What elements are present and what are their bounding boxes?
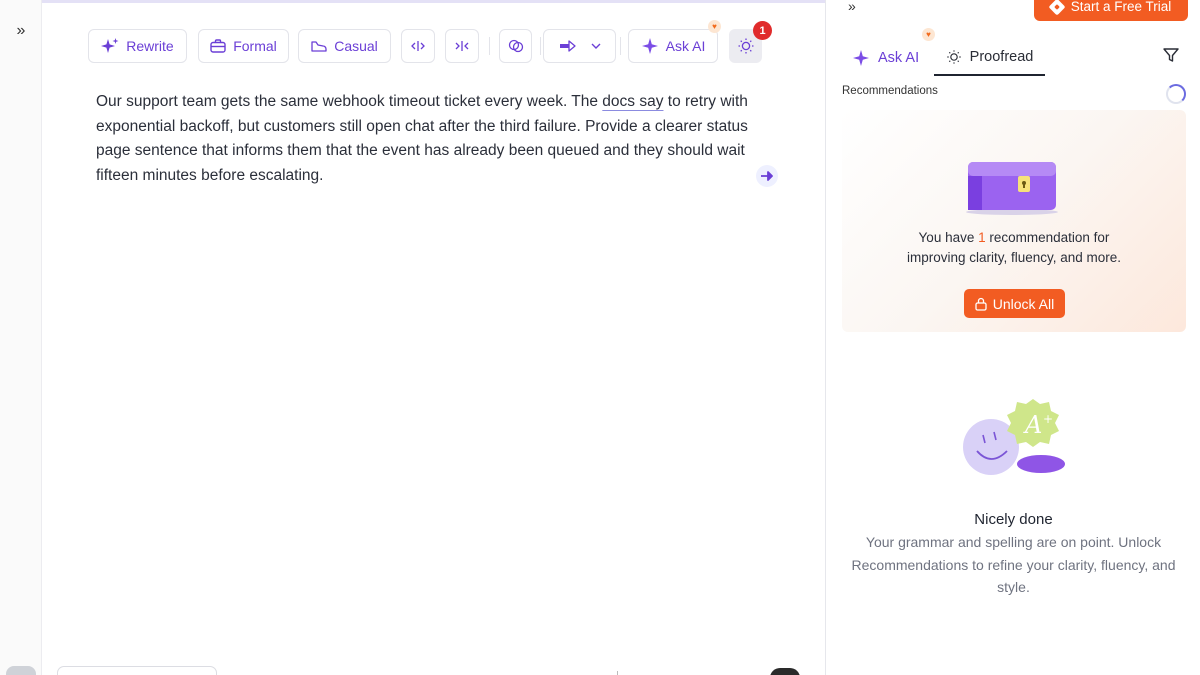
- tab-proofread-label: Proofread: [969, 49, 1034, 65]
- unlock-all-label: Unlock All: [992, 295, 1055, 312]
- chevron-down-icon: [591, 43, 600, 49]
- bottom-round-button[interactable]: [770, 668, 800, 675]
- toolbar-divider: [489, 37, 490, 55]
- smiley-grade-illustration: A +: [963, 399, 1065, 475]
- lock-icon: [975, 297, 987, 311]
- trial-label: Start a Free Trial: [1070, 0, 1172, 14]
- svg-text:A: A: [1023, 411, 1042, 439]
- upsell-prefix: You have: [918, 230, 979, 245]
- svg-text:+: +: [1043, 412, 1053, 426]
- editor-area: Rewrite Formal Casual Ask AI ♥ 1 Our sup…: [42, 0, 825, 675]
- nicely-done-heading: Nicely done: [974, 511, 1053, 528]
- rail-avatar[interactable]: [6, 666, 36, 675]
- recommendations-upsell-card: You have 1 recommendation for improving …: [842, 110, 1186, 332]
- loading-spinner-icon: [1166, 84, 1186, 104]
- upsell-suffix: recommendation for: [985, 230, 1110, 245]
- tab-proofread[interactable]: Proofread: [934, 40, 1045, 76]
- insert-suggestion-button[interactable]: [756, 165, 778, 187]
- arrow-right-icon: [559, 40, 576, 52]
- document-body[interactable]: Our support team gets the same webhook t…: [96, 90, 756, 188]
- continue-writing-dropdown[interactable]: [543, 29, 616, 63]
- left-rail: »: [0, 0, 42, 675]
- upsell-message: You have 1 recommendation for improving …: [842, 228, 1186, 267]
- ask-ai-label: Ask AI: [665, 38, 706, 54]
- shrink-horizontal-icon: [455, 41, 469, 51]
- expand-text-button[interactable]: [401, 29, 435, 63]
- rewrite-button[interactable]: Rewrite: [88, 29, 187, 63]
- toolbar-divider: [620, 37, 621, 55]
- translate-button[interactable]: [499, 29, 532, 63]
- sparkle-icon: [853, 50, 869, 66]
- formal-label: Formal: [233, 38, 277, 54]
- doc-flagged-phrase[interactable]: docs say: [602, 93, 663, 110]
- chevrons-right-icon: »: [16, 22, 26, 39]
- recommendations-heading: Recommendations: [842, 85, 938, 97]
- treasure-chest-icon: [966, 162, 1058, 215]
- casual-label: Casual: [334, 38, 378, 54]
- editor-top-border: [42, 0, 825, 3]
- chevrons-right-icon: »: [848, 0, 856, 14]
- briefcase-icon: [210, 39, 226, 53]
- collapse-panel-button[interactable]: »: [848, 0, 856, 14]
- lightbulb-icon: [946, 50, 961, 64]
- unlock-all-button[interactable]: Unlock All: [964, 289, 1065, 318]
- expand-sidebar-button[interactable]: »: [8, 20, 34, 42]
- tab-ask-ai-label: Ask AI: [878, 50, 920, 66]
- nicely-done-message: Your grammar and spelling are on point. …: [851, 534, 1176, 595]
- upsell-line-2: improving clarity, fluency, and more.: [906, 249, 1122, 265]
- sparkle-icon: [641, 38, 658, 54]
- overlap-circles-icon: [508, 39, 523, 53]
- formal-button[interactable]: Formal: [198, 29, 289, 63]
- casual-button[interactable]: Casual: [298, 29, 391, 63]
- diamond-icon: [1048, 0, 1066, 15]
- lightbulb-icon: [738, 38, 753, 54]
- tab-ask-ai[interactable]: Ask AI: [852, 40, 919, 76]
- arrow-right-icon: [761, 171, 773, 181]
- filter-icon[interactable]: [1161, 45, 1181, 65]
- rewrite-label: Rewrite: [126, 38, 174, 54]
- shorten-text-button[interactable]: [445, 29, 479, 63]
- sneaker-icon: [311, 41, 327, 52]
- app-window: » Rewrite Formal Casual Ask AI ♥ 1 Our s…: [0, 0, 1200, 675]
- suggestion-count-badge: 1: [753, 21, 772, 40]
- start-free-trial-button[interactable]: Start a Free Trial: [1034, 0, 1188, 21]
- toolbar-divider: [540, 37, 541, 55]
- sparkle-icon: [101, 38, 119, 53]
- recommendation-count: 1: [978, 230, 986, 245]
- expand-horizontal-icon: [411, 41, 425, 51]
- bottom-divider: [617, 671, 618, 675]
- doc-text-start: Our support team gets the same webhook t…: [96, 93, 603, 110]
- heart-icon: ♥: [708, 20, 721, 33]
- assistant-panel: » Start a Free Trial Ask AI ♥ Proofread …: [825, 0, 1200, 675]
- bottom-input[interactable]: [57, 666, 217, 675]
- ask-ai-button[interactable]: Ask AI: [628, 29, 718, 63]
